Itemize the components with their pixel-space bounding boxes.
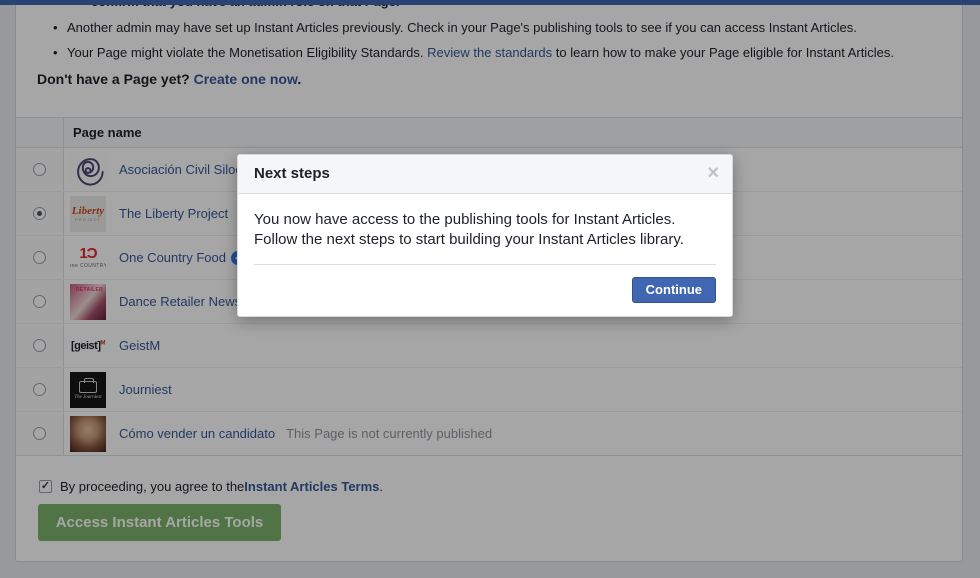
dialog-title: Next steps [254, 165, 330, 182]
close-icon[interactable]: × [707, 162, 719, 184]
next-steps-dialog: Next steps × You now have access to the … [237, 154, 733, 317]
continue-button[interactable]: Continue [632, 277, 716, 303]
dialog-body-text: You now have access to the publishing to… [238, 194, 732, 264]
instant-articles-setup-page: confirm that you have an admin role on t… [0, 0, 980, 578]
dialog-footer: Continue [238, 265, 732, 316]
dialog-header: Next steps × [238, 155, 732, 194]
